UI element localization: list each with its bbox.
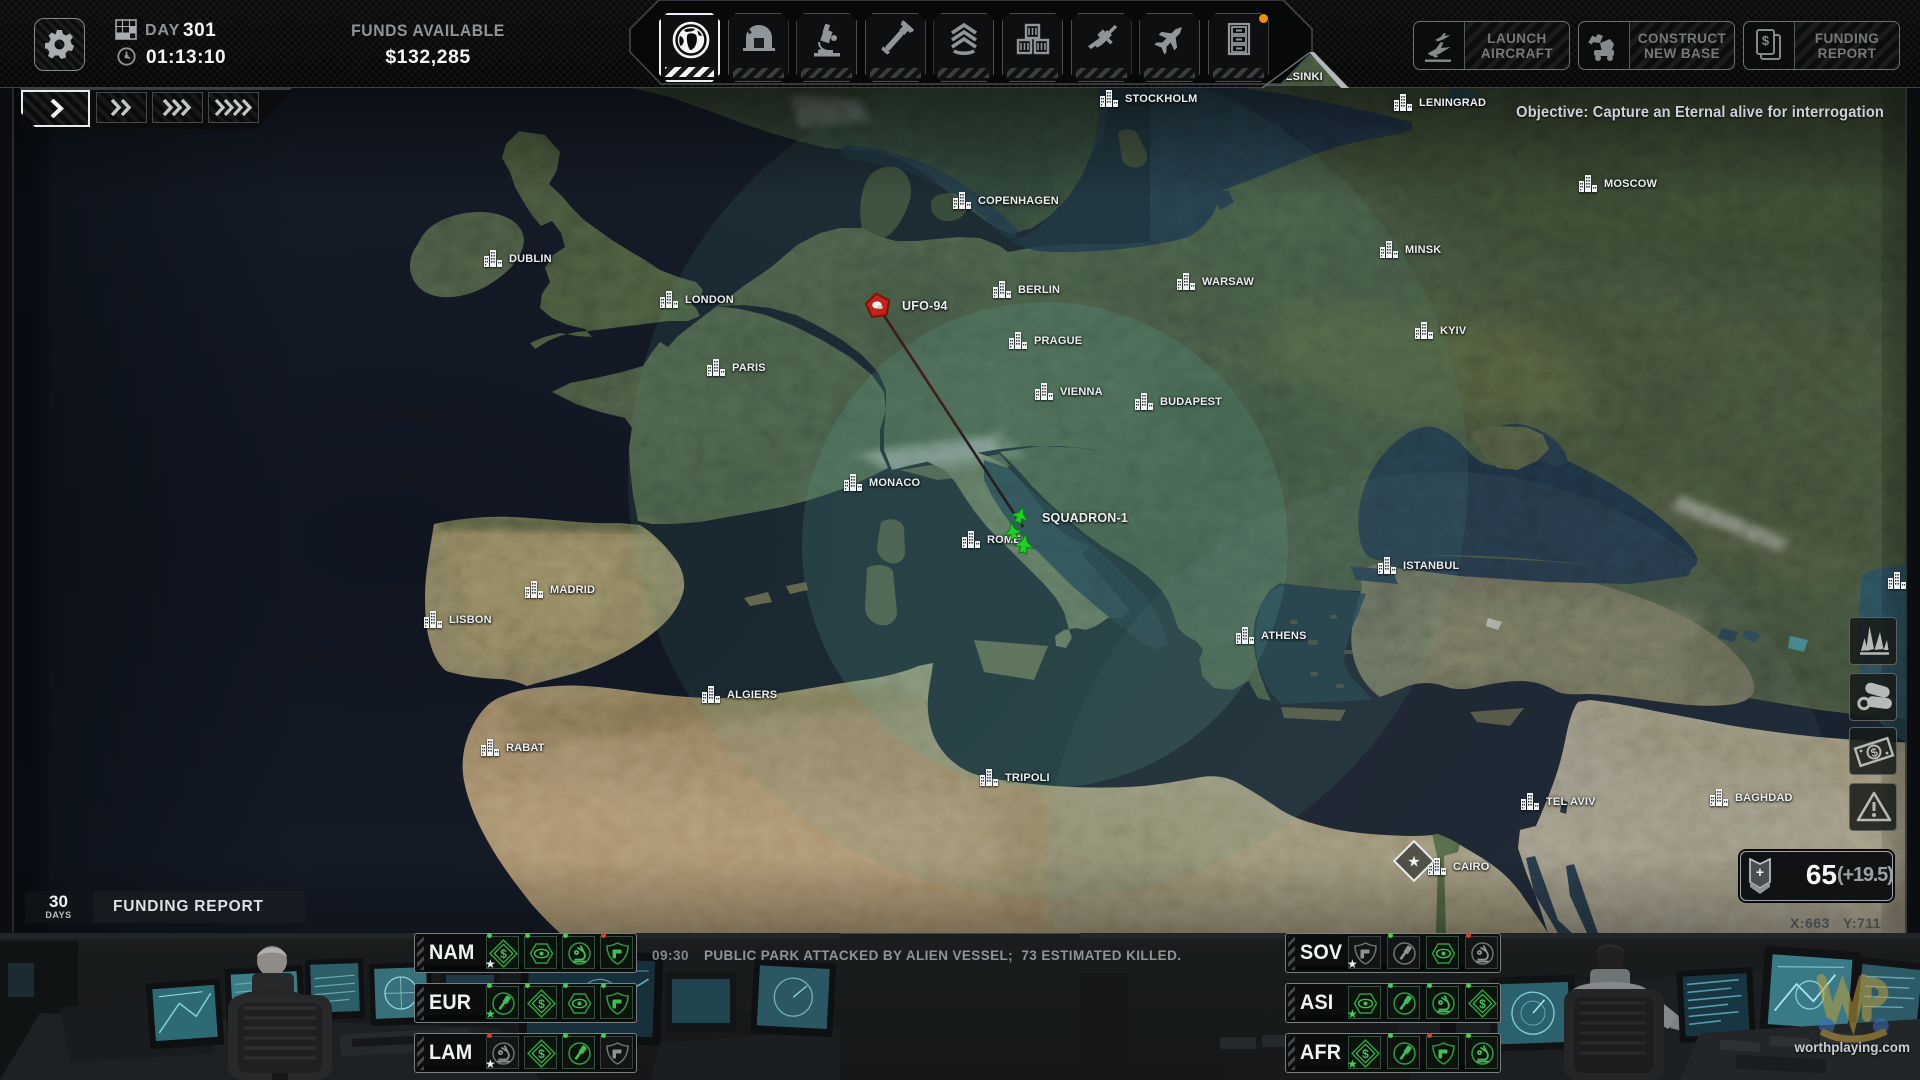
svg-text:+: + [1756,864,1764,880]
svg-text:$: $ [500,947,507,961]
svg-text:$: $ [1479,997,1486,1011]
svg-text:$: $ [538,997,545,1011]
svg-text:★: ★ [1407,854,1420,871]
svg-text:$: $ [1762,33,1770,48]
svg-text:$: $ [538,1047,545,1061]
svg-text:$: $ [1362,1047,1369,1061]
